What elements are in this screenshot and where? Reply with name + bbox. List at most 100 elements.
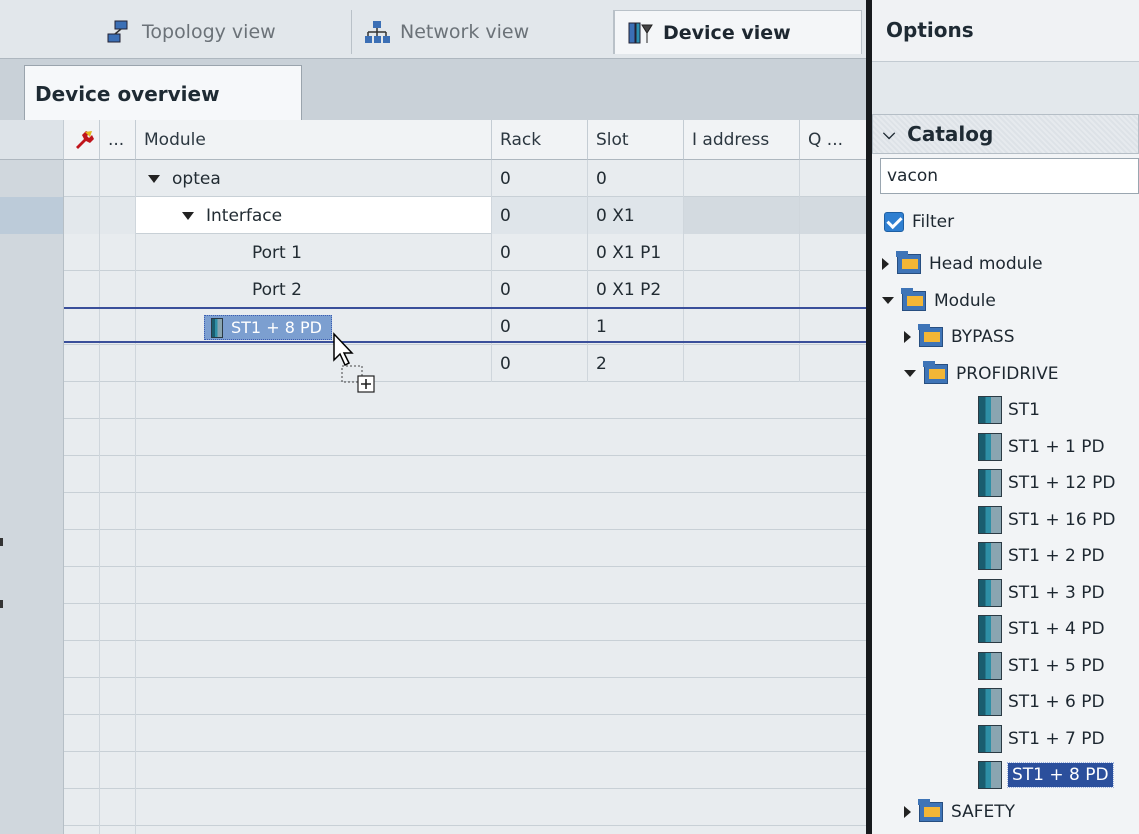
gutter-cell <box>64 419 100 456</box>
slot-cell: 0 X1 <box>588 197 684 234</box>
options-band <box>872 62 1139 120</box>
network-icon <box>364 20 390 44</box>
subtab-bar: Device overview <box>0 58 870 121</box>
catalog-tree-item[interactable]: ST1 + 16 PD <box>978 505 1115 535</box>
drag-ghost-label: ST1 + 8 PD <box>231 318 322 337</box>
rack-cell: 0 <box>492 234 588 271</box>
module-icon <box>978 578 1002 607</box>
iaddress-cell <box>684 197 800 234</box>
empty-table-row[interactable] <box>0 752 870 789</box>
table-row[interactable]: Port 1 0 0 X1 P1 <box>0 234 870 271</box>
gutter-cell <box>64 641 100 678</box>
tab-network-view[interactable]: Network view <box>352 10 614 54</box>
catalog-header[interactable]: ⌵ Catalog <box>872 114 1139 154</box>
empty-table-row[interactable] <box>0 789 870 826</box>
tools-column-header[interactable] <box>64 120 100 160</box>
filter-checkbox[interactable]: Filter <box>884 212 954 232</box>
empty-table-row[interactable] <box>0 493 870 530</box>
drag-copy-cursor-icon <box>333 332 375 393</box>
rack-cell: 0 <box>492 197 588 234</box>
iaddress-cell <box>684 271 800 308</box>
module-column-header[interactable]: Module <box>136 120 492 160</box>
gutter-cell <box>64 789 100 826</box>
empty-table-row[interactable] <box>0 641 870 678</box>
catalog-tree-item[interactable]: Head module <box>882 249 1043 279</box>
gutter-cell <box>100 604 136 641</box>
empty-table-row[interactable] <box>0 604 870 641</box>
catalog-tree-item[interactable]: BYPASS <box>904 322 1015 352</box>
table-row-drop-target[interactable]: 0 1 <box>0 308 870 345</box>
slot-cell: 0 X1 P1 <box>588 234 684 271</box>
row-gutter <box>0 604 64 641</box>
expand-arrow-icon[interactable] <box>148 174 160 183</box>
catalog-tree-item[interactable]: ST1 + 12 PD <box>978 468 1115 498</box>
collapse-arrow-icon[interactable] <box>904 805 911 818</box>
tab-device-view[interactable]: Device view <box>614 10 862 54</box>
module-icon <box>211 317 223 338</box>
gutter-cell <box>100 567 136 604</box>
expand-arrow-icon[interactable] <box>182 211 194 220</box>
gutter-cell <box>100 752 136 789</box>
slot-cell: 0 <box>588 160 684 197</box>
drag-ghost: ST1 + 8 PD <box>204 315 332 340</box>
tab-topology-view[interactable]: Topology view <box>94 10 352 54</box>
chevron-down-icon: ⌵ <box>883 124 896 143</box>
rack-column-header[interactable]: Rack <box>492 120 588 160</box>
tab-device-overview[interactable]: Device overview <box>24 65 302 121</box>
gutter-cell <box>100 789 136 826</box>
expand-arrow-icon[interactable] <box>882 297 894 304</box>
checkbox-checked-icon <box>884 212 904 232</box>
device-view-pane: Topology view Network view Device view D… <box>0 0 870 834</box>
empty-table-row[interactable] <box>0 530 870 567</box>
catalog-tree-item[interactable]: ST1 + 3 PD <box>978 578 1105 608</box>
catalog-tree-item[interactable]: ST1 + 4 PD <box>978 614 1105 644</box>
catalog-search-input[interactable] <box>880 158 1139 194</box>
row-header-corner <box>0 120 64 160</box>
gutter-column-header[interactable]: ... <box>100 120 136 160</box>
filter-label: Filter <box>912 212 955 232</box>
iaddress-column-header[interactable]: I address <box>684 120 800 160</box>
empty-table-row[interactable] <box>0 826 870 834</box>
gutter-cell <box>100 715 136 752</box>
iaddress-cell <box>684 160 800 197</box>
slot-column-header[interactable]: Slot <box>588 120 684 160</box>
catalog-tree-item[interactable]: Module <box>882 286 996 316</box>
catalog-tree-item[interactable]: PROFIDRIVE <box>904 359 1059 389</box>
empty-table-row[interactable] <box>0 419 870 456</box>
row-gutter <box>0 160 64 197</box>
empty-table-row[interactable] <box>0 567 870 604</box>
folder-icon <box>918 798 943 822</box>
rack-cell: 0 <box>492 271 588 308</box>
tab-network-label: Network view <box>400 21 530 43</box>
empty-table-row[interactable] <box>0 715 870 752</box>
table-row[interactable]: optea 0 0 <box>0 160 870 197</box>
catalog-tree-label: ST1 + 7 PD <box>1008 728 1105 749</box>
qaddress-column-header[interactable]: Q ... <box>800 120 870 160</box>
empty-table-row[interactable] <box>0 678 870 715</box>
catalog-tree-item[interactable]: ST1 + 5 PD <box>978 651 1105 681</box>
table-row[interactable]: Interface 0 0 X1 <box>0 197 870 234</box>
options-title: Options <box>872 0 1139 62</box>
expand-arrow-icon[interactable] <box>904 370 916 377</box>
collapse-arrow-icon[interactable] <box>904 331 911 343</box>
empty-table-row[interactable] <box>0 382 870 419</box>
gutter-cell <box>64 715 100 752</box>
table-row[interactable]: 0 2 <box>0 345 870 382</box>
device-overview-table: ... Module Rack Slot I address Q ... opt… <box>0 120 870 834</box>
collapse-arrow-icon[interactable] <box>882 258 889 270</box>
catalog-tree-label: Module <box>934 290 996 311</box>
catalog-tree-item[interactable]: SAFETY <box>904 797 1015 827</box>
empty-table-row[interactable] <box>0 456 870 493</box>
folder-icon <box>901 287 926 311</box>
module-icon <box>978 615 1002 643</box>
table-row[interactable]: Port 2 0 0 X1 P2 <box>0 271 870 308</box>
catalog-tree-item[interactable]: ST1 + 7 PD <box>978 724 1105 754</box>
slot-cell: 1 <box>588 308 684 345</box>
catalog-tree-item[interactable]: ST1 + 6 PD <box>978 687 1105 717</box>
module-cell: Interface <box>136 197 492 234</box>
catalog-tree-item[interactable]: ST1 + 8 PD <box>978 760 1114 790</box>
module-icon <box>978 542 1002 570</box>
catalog-tree-item[interactable]: ST1 <box>978 395 1040 425</box>
catalog-tree-item[interactable]: ST1 + 2 PD <box>978 541 1105 571</box>
catalog-tree-item[interactable]: ST1 + 1 PD <box>978 432 1105 462</box>
